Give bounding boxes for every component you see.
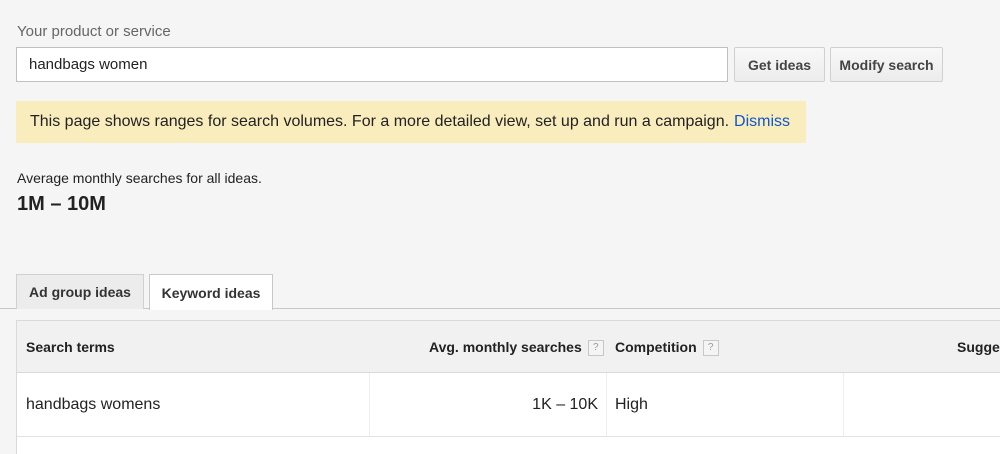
- column-avg-monthly-searches[interactable]: Avg. monthly searches?: [429, 339, 604, 357]
- avg-searches-value: 1M – 10M: [17, 193, 106, 215]
- help-icon[interactable]: ?: [587, 340, 604, 357]
- table-header: Search terms Avg. monthly searches? Comp…: [17, 321, 1000, 373]
- tab-keyword-ideas[interactable]: Keyword ideas: [149, 274, 273, 310]
- column-suggested-bid[interactable]: Sugges: [957, 339, 1000, 355]
- get-ideas-button[interactable]: Get ideas: [734, 47, 825, 82]
- dismiss-link[interactable]: Dismiss: [734, 113, 790, 131]
- help-icon[interactable]: ?: [702, 340, 719, 357]
- column-competition-label: Competition: [615, 339, 697, 355]
- cell-avg-monthly-searches: 1K – 10K: [370, 373, 607, 436]
- column-avg-monthly-label: Avg. monthly searches: [429, 339, 582, 355]
- product-label: Your product or service: [17, 23, 171, 40]
- product-search-input[interactable]: [16, 47, 728, 82]
- notice-text: This page shows ranges for search volume…: [30, 113, 730, 130]
- keyword-table: Search terms Avg. monthly searches? Comp…: [16, 320, 1000, 454]
- column-search-terms[interactable]: Search terms: [26, 339, 115, 355]
- tab-ad-group-ideas[interactable]: Ad group ideas: [16, 274, 144, 309]
- cell-search-term[interactable]: handbags womens: [17, 373, 370, 436]
- avg-searches-label: Average monthly searches for all ideas.: [17, 170, 262, 186]
- modify-search-button[interactable]: Modify search: [830, 47, 943, 82]
- table-row[interactable]: handbags womens 1K – 10K High: [17, 373, 1000, 437]
- column-competition[interactable]: Competition?: [615, 339, 719, 357]
- cell-competition: High: [607, 373, 844, 436]
- notice-banner: This page shows ranges for search volume…: [16, 101, 806, 143]
